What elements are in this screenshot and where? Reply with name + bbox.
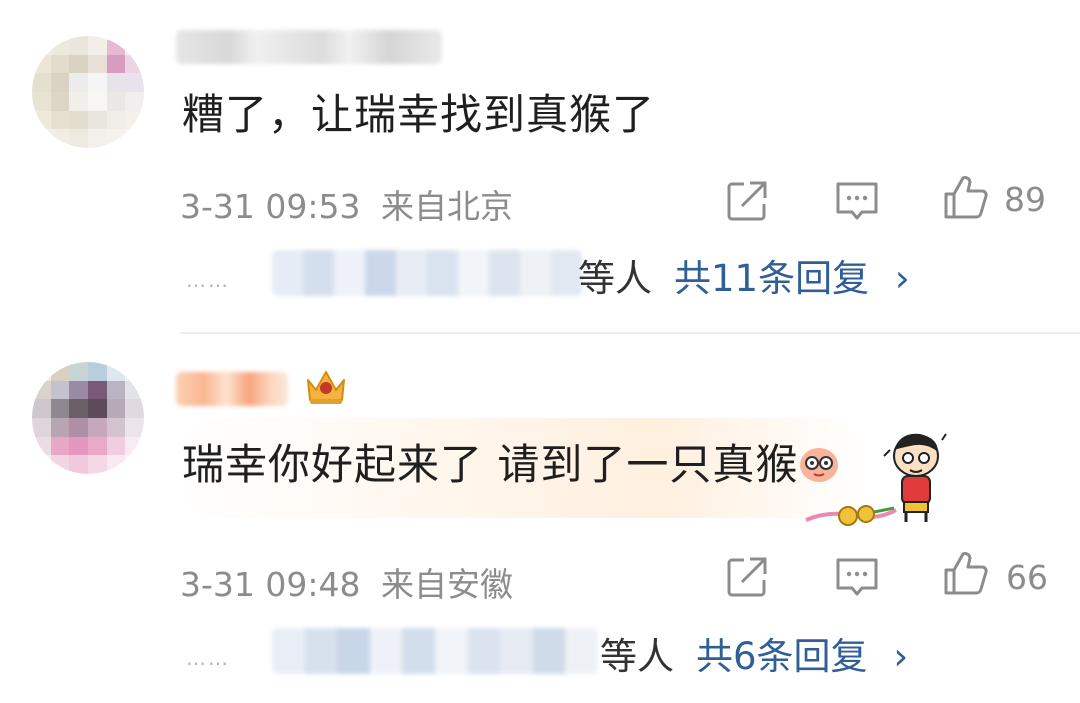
like-count: 89 (1004, 180, 1046, 219)
thumbs-up-icon (944, 176, 988, 219)
comment-location: 来自安徽 (381, 565, 513, 604)
decoration-flowers-icon (800, 496, 900, 534)
reply-suffix: 等人 (578, 257, 652, 300)
username-blurred[interactable] (176, 372, 288, 406)
comment-location: 来自北京 (381, 187, 513, 226)
reply-dots: …… (186, 646, 230, 670)
reply-usernames-blurred[interactable] (272, 628, 598, 674)
comment-item: 瑞幸你好起来了 请到了一只真猴 3-31 09:48 来自安徽 66 …… 等人… (0, 334, 1080, 703)
comment-text: 瑞幸你好起来了 请到了一只真猴 (182, 440, 799, 489)
like-count: 66 (1006, 558, 1048, 597)
cartoon-blob-sticker-icon (796, 440, 842, 490)
like-button[interactable] (940, 172, 990, 222)
view-replies-link[interactable]: 共6条回复 › (696, 626, 908, 680)
reply-dots: …… (186, 268, 230, 292)
avatar[interactable] (32, 362, 144, 474)
comment-icon (836, 182, 878, 220)
avatar[interactable] (32, 36, 144, 148)
comment-button[interactable] (832, 552, 882, 602)
share-button[interactable] (722, 552, 772, 602)
comment-meta: 3-31 09:53 来自北京 (180, 180, 513, 228)
comment-meta: 3-31 09:48 来自安徽 (180, 558, 513, 606)
view-replies-label: 共11条回复 (674, 257, 870, 300)
comment-item: 糟了，让瑞幸找到真猴了 3-31 09:53 来自北京 89 …… 等人 共11… (0, 0, 1080, 332)
reply-summary[interactable]: …… 等人 共11条回复 › (180, 244, 1080, 304)
username-blurred[interactable] (176, 30, 442, 64)
like-button[interactable] (940, 548, 990, 598)
comment-time: 3-31 09:53 (180, 187, 361, 226)
chevron-right-icon: › (894, 257, 910, 300)
share-button[interactable] (722, 176, 772, 226)
share-icon (727, 181, 767, 221)
reply-usernames-blurred[interactable] (272, 250, 582, 296)
view-replies-link[interactable]: 共11条回复 › (674, 248, 910, 302)
comment-text: 糟了，让瑞幸找到真猴了 (182, 90, 656, 139)
share-icon (727, 557, 767, 597)
thumbs-up-icon (944, 552, 988, 595)
reply-suffix: 等人 (600, 635, 674, 678)
chevron-right-icon: › (893, 635, 909, 678)
comment-icon (836, 558, 878, 596)
comment-time: 3-31 09:48 (180, 565, 361, 604)
view-replies-label: 共6条回复 (696, 635, 868, 678)
comment-button[interactable] (832, 176, 882, 226)
crown-badge-icon (302, 366, 350, 408)
reply-summary[interactable]: …… 等人 共6条回复 › (180, 622, 1080, 682)
